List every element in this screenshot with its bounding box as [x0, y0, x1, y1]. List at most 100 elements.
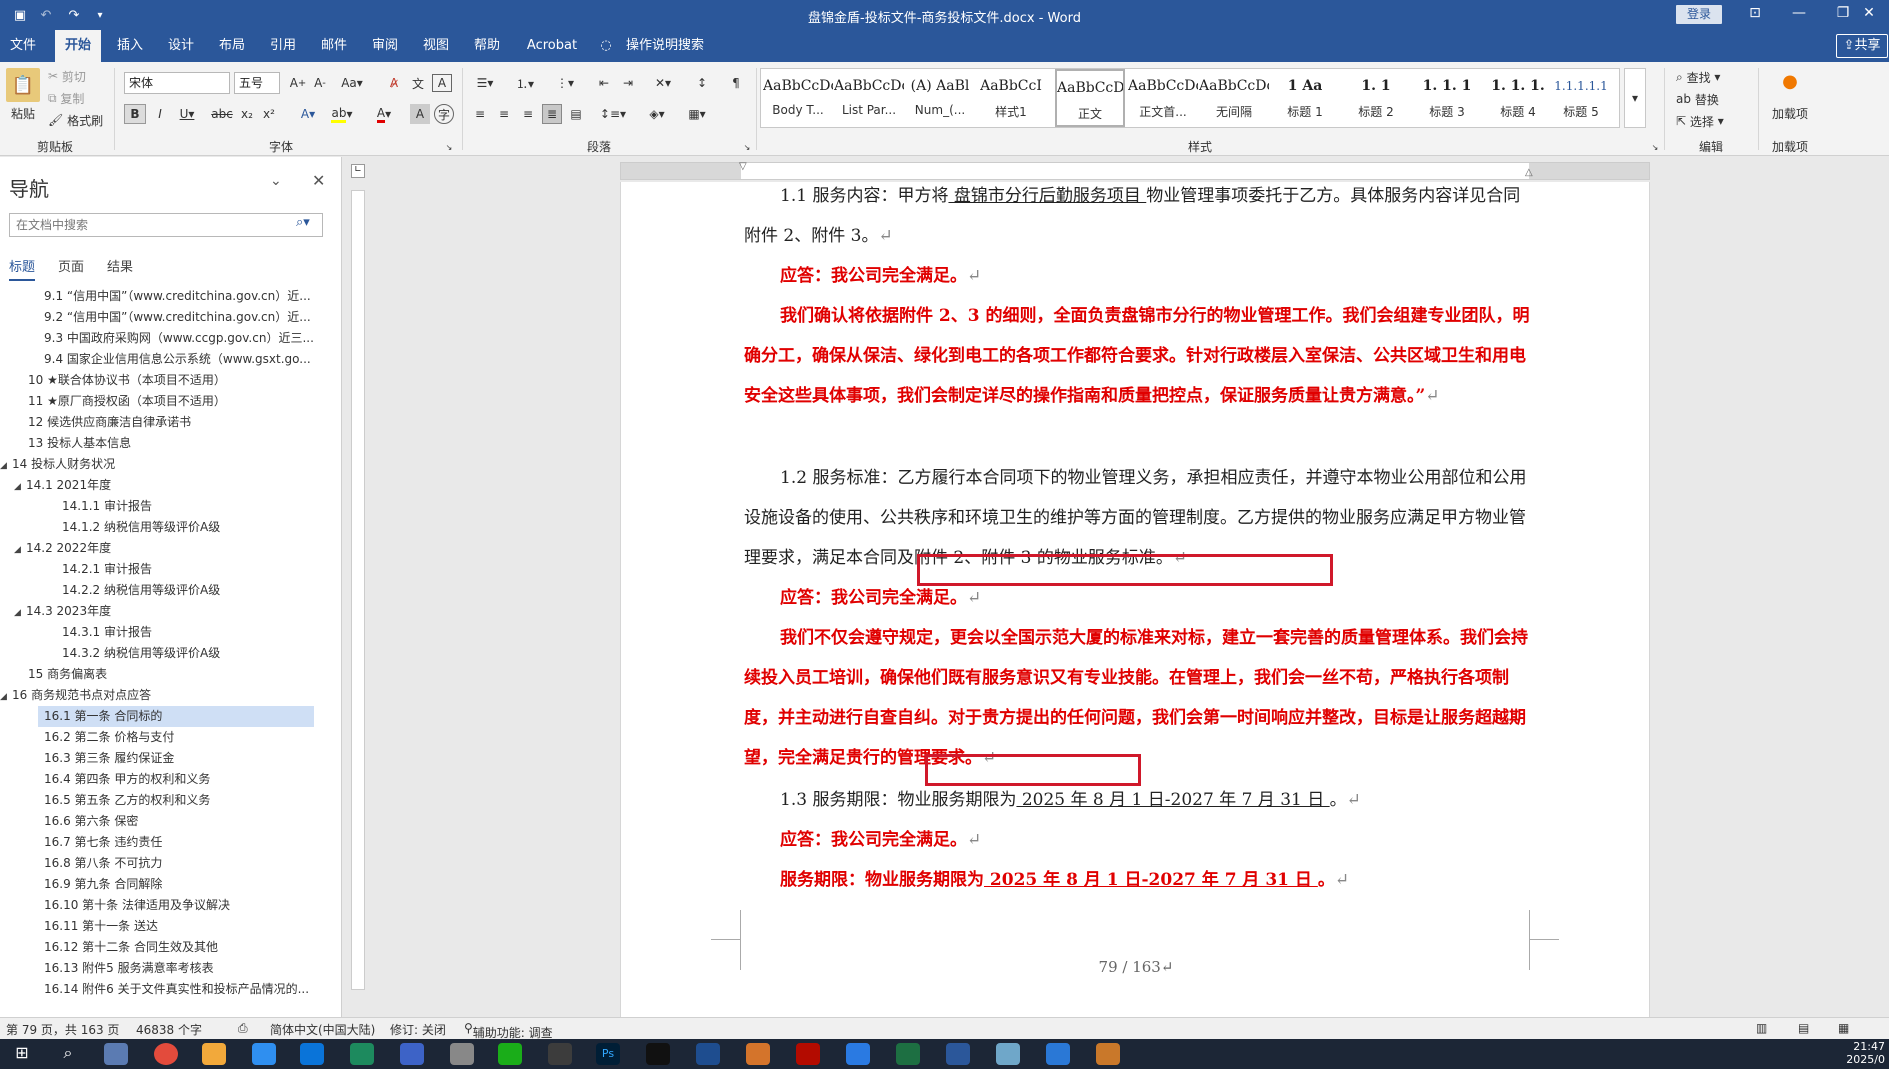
calculator-icon[interactable]	[104, 1043, 128, 1065]
share-button[interactable]: ⇪共享	[1836, 34, 1888, 58]
nav-heading-item[interactable]: 9.3 中国政府采购网（www.ccgp.gov.cn）近三...	[0, 328, 330, 349]
nav-heading-item[interactable]: 12 候选供应商廉洁自律承诺书	[0, 412, 330, 433]
style-heading-1[interactable]: 1 Aa 标题 1	[1270, 69, 1340, 127]
increase-indent-icon[interactable]: ⇥	[618, 74, 638, 92]
search-icon[interactable]: ⌕▾	[296, 215, 310, 230]
collapse-caret-icon[interactable]: ◢	[14, 540, 26, 559]
nav-heading-item[interactable]: 16.1 第一条 合同标的	[38, 706, 314, 727]
app-icon[interactable]	[300, 1043, 324, 1065]
tab-review[interactable]: 审阅	[365, 30, 405, 62]
borders-icon[interactable]: ▦▾	[682, 104, 712, 124]
nav-heading-item[interactable]: 16.6 第六条 保密	[0, 811, 330, 832]
bold-icon[interactable]: B	[124, 104, 146, 124]
nav-heading-item[interactable]: 14.3.2 纳税信用等级评价A级	[0, 643, 330, 664]
sort-icon[interactable]: ↕	[690, 74, 714, 92]
minimize-icon[interactable]: —	[1779, 5, 1819, 21]
app-icon[interactable]	[252, 1043, 276, 1065]
tab-insert[interactable]: 插入	[110, 30, 150, 62]
nav-search-input[interactable]: 在文档中搜索	[9, 213, 323, 237]
nav-heading-item[interactable]: 10 ★联合体协议书（本项目不适用）	[0, 370, 330, 391]
underline-icon[interactable]: U▾	[174, 104, 200, 124]
nav-heading-item[interactable]: 16.4 第四条 甲方的权利和义务	[0, 769, 330, 790]
style-list-paragraph[interactable]: AaBbCcDc List Par...	[834, 69, 904, 127]
paragraph-dialog-launcher-icon[interactable]: ↘	[742, 142, 752, 152]
shading-icon[interactable]: ◈▾	[642, 104, 672, 124]
align-left-icon[interactable]: ≡	[470, 104, 490, 124]
italic-icon[interactable]: I	[150, 104, 170, 124]
nav-heading-item[interactable]: ◢ 16 商务规范书点对点应答	[0, 685, 330, 706]
nav-heading-item[interactable]: ◢ 14.1 2021年度	[0, 475, 330, 496]
select-button[interactable]: ⇱ 选择 ▾	[1676, 112, 1724, 130]
collapse-caret-icon[interactable]: ◢	[14, 603, 26, 622]
change-case-icon[interactable]: Aa▾	[338, 74, 366, 92]
addins-button[interactable]: 加载项	[1766, 98, 1814, 128]
style-no-spacing[interactable]: AaBbCcDc 无间隔	[1199, 69, 1269, 127]
line-spacing-icon[interactable]: ↕≡▾	[598, 104, 628, 124]
nav-heading-item[interactable]: 14.2.2 纳税信用等级评价A级	[0, 580, 330, 601]
addins-icon[interactable]: ●	[1776, 70, 1804, 92]
windows-start-icon[interactable]: ⊞	[10, 1043, 34, 1065]
app-icon[interactable]	[350, 1043, 374, 1065]
font-size-combo[interactable]: 五号	[234, 72, 280, 94]
copy-button[interactable]: ⧉ 复制	[48, 89, 84, 107]
tab-acrobat[interactable]: Acrobat	[520, 30, 584, 62]
bullets-icon[interactable]: ☰▾	[470, 74, 500, 92]
multilevel-list-icon[interactable]: ⋮▾	[550, 74, 580, 92]
qq-icon[interactable]	[646, 1043, 670, 1065]
nav-heading-item[interactable]: 11 ★原厂商授权函（本项目不适用）	[0, 391, 330, 412]
document-page[interactable]: 1.1 服务内容：甲方将 盘锦市分行后勤服务项目 物业管理事项委托于乙方。具体服…	[620, 182, 1650, 1017]
phonetic-guide-icon[interactable]: 文	[408, 74, 428, 92]
format-painter-button[interactable]: 🖌 格式刷	[48, 111, 103, 129]
char-border-icon[interactable]: A	[432, 74, 452, 92]
text-effects-icon[interactable]: A▾	[294, 104, 322, 124]
system-clock[interactable]: 21:47 2025/0	[1846, 1040, 1885, 1066]
read-mode-icon[interactable]: ▥	[1756, 1021, 1767, 1035]
app-icon[interactable]	[696, 1043, 720, 1065]
nav-heading-item[interactable]: 13 投标人基本信息	[0, 433, 330, 454]
app-icon[interactable]	[1046, 1043, 1070, 1065]
decrease-indent-icon[interactable]: ⇤	[594, 74, 614, 92]
nav-tab-pages[interactable]: 页面	[58, 256, 84, 275]
chrome-icon[interactable]	[154, 1043, 178, 1065]
style-body-text[interactable]: AaBbCcDc Body T...	[763, 69, 833, 127]
nav-heading-item[interactable]: 16.12 第十二条 合同生效及其他	[0, 937, 330, 958]
chinese-layout-icon[interactable]: ✕▾	[648, 74, 678, 92]
excel-icon[interactable]	[896, 1043, 920, 1065]
nav-heading-item[interactable]: 16.14 附件6 关于文件真实性和投标产品情况的...	[0, 979, 330, 1000]
acrobat-icon[interactable]	[796, 1043, 820, 1065]
nav-heading-item[interactable]: ◢ 14 投标人财务状况	[0, 454, 330, 475]
tab-layout[interactable]: 布局	[212, 30, 252, 62]
font-color-icon[interactable]: A ▾	[370, 104, 398, 124]
subscript-icon[interactable]: x₂	[238, 104, 256, 124]
language-status[interactable]: 简体中文(中国大陆)	[270, 1021, 375, 1038]
style-normal-indent[interactable]: AaBbCcDc 正文首...	[1128, 69, 1198, 127]
nav-tab-headings[interactable]: 标题	[9, 256, 36, 281]
tab-home[interactable]: 开始	[55, 30, 101, 62]
nav-heading-item[interactable]: ◢ 14.2 2022年度	[0, 538, 330, 559]
app-icon[interactable]	[746, 1043, 770, 1065]
distributed-icon[interactable]: ▤	[566, 104, 586, 124]
nav-options-icon[interactable]: ⌄	[270, 173, 282, 189]
tab-selector-icon[interactable]: ∟	[351, 164, 365, 178]
collapse-caret-icon[interactable]: ◢	[0, 456, 12, 475]
nav-heading-item[interactable]: 15 商务偏离表	[0, 664, 330, 685]
align-center-icon[interactable]: ≡	[494, 104, 514, 124]
style-heading-2[interactable]: 1. 1 标题 2	[1341, 69, 1411, 127]
nav-heading-item[interactable]: 14.1.2 纳税信用等级评价A级	[0, 517, 330, 538]
photoshop-icon[interactable]: Ps	[596, 1043, 620, 1065]
justify-icon[interactable]: ≣	[542, 104, 562, 124]
file-explorer-icon[interactable]	[202, 1043, 226, 1065]
paste-button[interactable]: 粘贴	[6, 104, 40, 122]
nav-heading-item[interactable]: 16.2 第二条 价格与支付	[0, 727, 330, 748]
nav-heading-item[interactable]: 9.4 国家企业信用信息公示系统（www.gsxt.go...	[0, 349, 330, 370]
wechat-icon[interactable]	[498, 1043, 522, 1065]
proofing-icon[interactable]: ⎙	[238, 1021, 248, 1036]
style-num[interactable]: (A) AaBl Num_(...	[905, 69, 975, 127]
style-heading-5[interactable]: 1.1.1.1.1 标题 5	[1551, 69, 1611, 127]
nav-heading-item[interactable]: 9.1 “信用中国”（www.creditchina.gov.cn）近...	[0, 286, 330, 307]
nav-close-icon[interactable]: ✕	[312, 171, 325, 190]
collapse-caret-icon[interactable]: ◢	[14, 477, 26, 496]
font-name-combo[interactable]: 宋体	[124, 72, 230, 94]
nav-heading-item[interactable]: 16.8 第八条 不可抗力	[0, 853, 330, 874]
show-marks-icon[interactable]: ¶	[726, 74, 746, 92]
